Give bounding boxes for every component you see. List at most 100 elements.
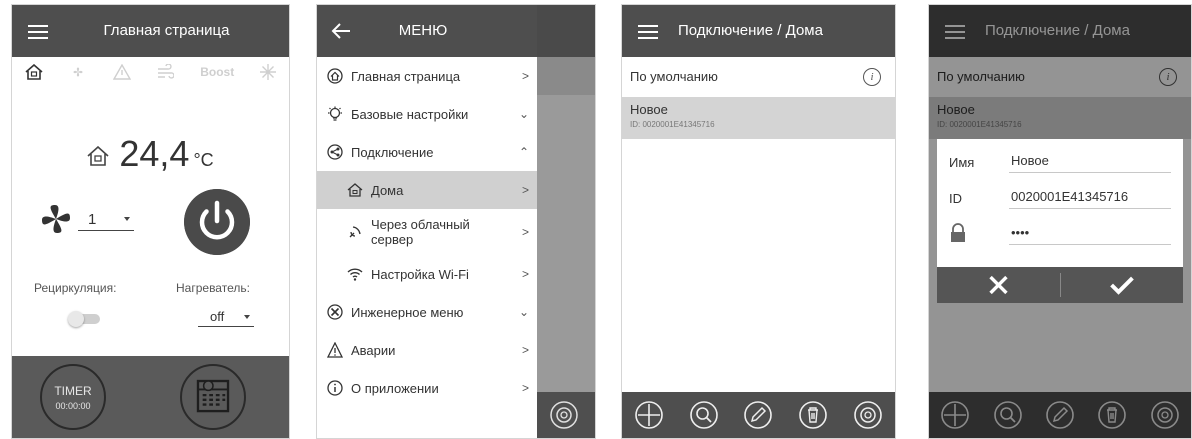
menu-item-label: Настройка Wi-Fi — [371, 266, 469, 282]
recirculation-label: Рециркуляция: — [34, 281, 117, 295]
settings-gear-icon[interactable] — [853, 400, 883, 430]
settings-gear-icon[interactable] — [549, 400, 579, 430]
name-field-row: Имя Новое — [945, 145, 1175, 181]
menu-item-engineering[interactable]: Инженерное меню ⌄ — [317, 293, 537, 331]
search-icon[interactable] — [689, 400, 719, 430]
home-mode-icon[interactable] — [25, 64, 43, 80]
wifi-icon — [347, 268, 363, 281]
temperature-display: 24,4 °C — [12, 133, 289, 175]
menu-item-label: Аварии — [351, 342, 396, 358]
lock-icon — [951, 223, 965, 242]
timer-button[interactable]: TIMER 00:00:00 — [40, 364, 106, 430]
password-input[interactable]: •••• — [1009, 225, 1171, 245]
menu-title: МЕНЮ — [398, 22, 448, 39]
menu-item-home-connection[interactable]: Дома > — [317, 171, 537, 209]
boost-mode-button[interactable]: Boost — [200, 65, 234, 79]
device-name: Новое — [630, 102, 668, 117]
confirm-button[interactable] — [1060, 267, 1183, 303]
device-id: ID: 0020001E41345716 — [630, 120, 715, 129]
chevron-down-icon: ⌄ — [518, 107, 529, 121]
connection-screen: Подключение / Дома По умолчанию i Новое … — [621, 4, 896, 439]
heater-select[interactable]: off — [198, 309, 254, 327]
edit-device-screen: Подключение / Дома По умолчанию i Новое … — [928, 4, 1192, 439]
menu-item-cloud-server[interactable]: Через облачный сервер > — [317, 209, 537, 255]
power-button[interactable] — [184, 189, 250, 255]
dialog-actions — [937, 267, 1183, 303]
menu-item-label: Дома — [371, 182, 404, 198]
hamburger-menu-icon[interactable] — [28, 25, 48, 39]
name-label: Имя — [949, 155, 975, 170]
dimmed-background — [537, 5, 595, 438]
list-item-default[interactable]: По умолчанию i — [622, 57, 895, 97]
menu-item-label: Подключение — [351, 144, 434, 160]
chevron-right-icon: > — [521, 381, 529, 395]
snowflake-mode-icon[interactable] — [260, 64, 277, 80]
house-temperature-icon — [87, 146, 109, 167]
heater-value: off — [210, 309, 225, 324]
menu-item-connection[interactable]: Подключение ⌃ — [317, 133, 537, 171]
id-input[interactable]: 0020001E41345716 — [1009, 189, 1171, 209]
bottom-bar: TIMER 00:00:00 — [12, 356, 289, 438]
top-bar: Главная страница — [12, 5, 289, 57]
menu-item-wifi-settings[interactable]: Настройка Wi-Fi > — [317, 255, 537, 293]
menu-item-label: Базовые настройки — [351, 106, 469, 122]
top-bar: МЕНЮ — [317, 5, 537, 57]
temperature-value: 24,4 — [119, 133, 190, 174]
recirculation-toggle[interactable] — [68, 311, 100, 327]
id-label: ID — [949, 191, 962, 206]
bottom-toolbar — [622, 392, 895, 438]
menu-item-about[interactable]: О приложении > — [317, 369, 537, 407]
list-item-device[interactable]: Новое ID: 0020001E41345716 — [622, 97, 895, 139]
wind-mode-icon[interactable] — [156, 64, 175, 80]
menu-item-basic-settings[interactable]: Базовые настройки ⌄ — [317, 95, 537, 133]
chevron-right-icon: > — [521, 183, 529, 197]
cancel-button[interactable] — [937, 267, 1060, 303]
info-icon — [327, 380, 343, 396]
chevron-right-icon: > — [521, 225, 529, 239]
top-bar: Подключение / Дома — [622, 5, 895, 57]
temperature-unit: °C — [193, 150, 214, 170]
dropdown-caret-icon — [244, 315, 250, 319]
menu-item-label: Инженерное меню — [351, 304, 464, 320]
hamburger-menu-icon[interactable] — [638, 25, 658, 39]
home-screen: Главная страница Boost 24,4 °C 1 Рециркул… — [11, 4, 290, 439]
menu-list: Главная страница > Базовые настройки ⌄ Под… — [317, 57, 537, 438]
timer-value: 00:00:00 — [55, 401, 91, 411]
timer-label: TIMER — [54, 384, 92, 398]
chevron-down-icon: ⌄ — [518, 305, 529, 319]
info-icon[interactable]: i — [863, 68, 881, 86]
fan-mode-icon[interactable] — [69, 64, 87, 80]
chevron-right-icon: > — [521, 267, 529, 281]
menu-screen: МЕНЮ Главная страница > Базовые настройки… — [316, 4, 596, 439]
menu-item-home[interactable]: Главная страница > — [317, 57, 537, 95]
page-title: Главная страница — [103, 22, 230, 39]
chevron-right-icon: > — [521, 69, 529, 83]
chevron-up-icon: ⌃ — [518, 145, 529, 159]
delete-trash-icon[interactable] — [798, 400, 828, 430]
add-icon[interactable] — [634, 400, 664, 430]
menu-item-alarms[interactable]: Аварии > — [317, 331, 537, 369]
schedule-button[interactable] — [180, 364, 246, 430]
menu-item-label: Через облачный сервер — [371, 217, 470, 247]
fan-speed-value: 1 — [88, 211, 97, 228]
name-input[interactable]: Новое — [1009, 153, 1171, 173]
heater-label: Нагреватель: — [176, 281, 250, 295]
password-field-row: •••• — [945, 217, 1175, 253]
chevron-right-icon: > — [521, 343, 529, 357]
list-item-label: По умолчанию — [630, 69, 718, 84]
menu-item-label: Главная страница — [351, 68, 461, 84]
alarm-mode-icon[interactable] — [112, 64, 131, 80]
menu-item-label: О приложении — [351, 380, 439, 396]
edit-device-dialog: Имя Новое ID 0020001E41345716 •••• — [937, 139, 1183, 303]
home-circle-icon — [327, 68, 343, 84]
edit-pencil-icon[interactable] — [743, 400, 773, 430]
tools-icon — [327, 304, 343, 320]
dropdown-caret-icon — [124, 217, 130, 221]
warning-icon — [327, 342, 343, 358]
id-field-row: ID 0020001E41345716 — [945, 181, 1175, 217]
fan-speed-select[interactable]: 1 — [78, 211, 134, 231]
page-title: Подключение / Дома — [678, 22, 823, 39]
cloud-satellite-icon — [349, 226, 361, 238]
fan-icon — [42, 205, 70, 233]
settings-bulb-icon — [328, 106, 342, 121]
